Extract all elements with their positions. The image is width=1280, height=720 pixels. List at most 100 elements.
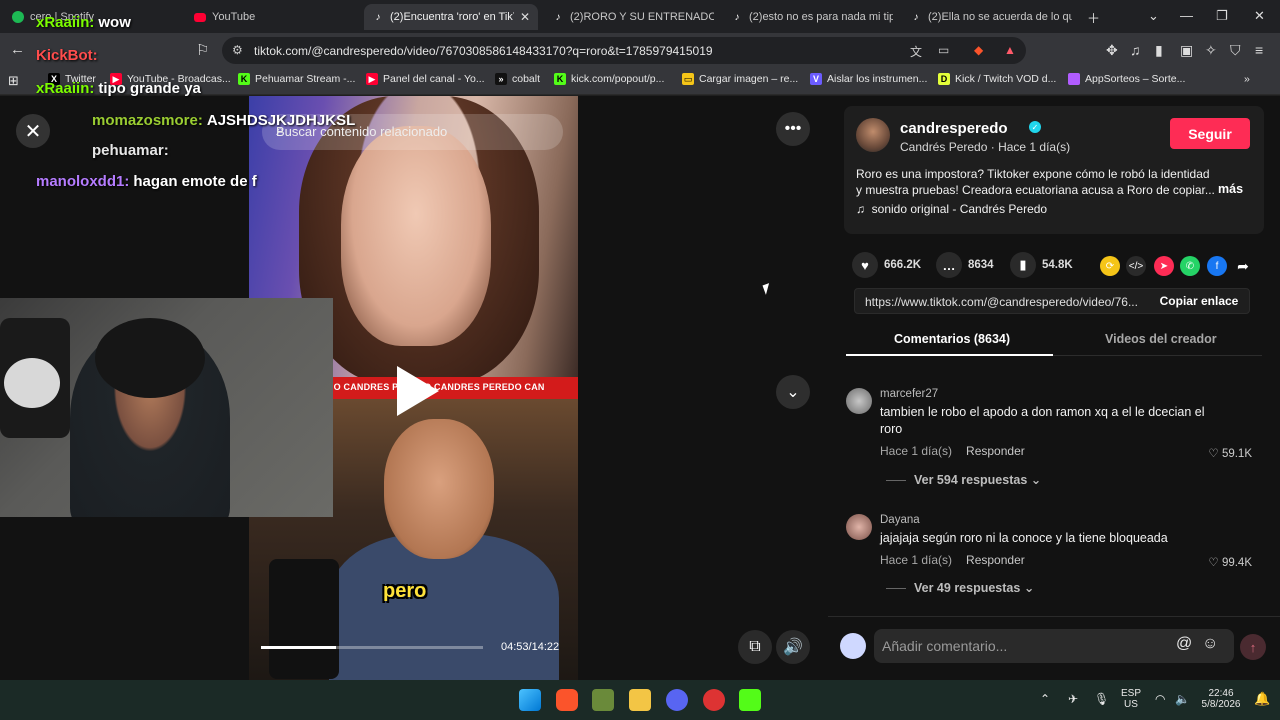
tab-tiktok-2[interactable]: ♪ (2)RORO Y SU ENTRENADOR SE	[544, 4, 715, 30]
heart-outline-icon: ♡	[1208, 557, 1219, 569]
browser-toolbar: ← ⚐ ⚙ tiktok.com/@candresperedo/video/76…	[0, 33, 1280, 68]
bookmark-pehuamar-stream[interactable]: K Pehuamar Stream -...	[238, 73, 355, 85]
sidebar-icon[interactable]: ▮	[1155, 42, 1163, 59]
translate-icon[interactable]: 文	[910, 43, 922, 60]
close-window-icon[interactable]: ✕	[1254, 8, 1265, 24]
tab-comments[interactable]: Comentarios (8634)	[894, 332, 1010, 346]
leo-ai-icon[interactable]: ✧	[1205, 42, 1217, 59]
maximize-icon[interactable]: ❐	[1216, 8, 1228, 24]
new-tab-icon[interactable]: ＋	[1087, 8, 1100, 27]
comment-button[interactable]: … 8634	[936, 252, 994, 278]
minecraft-icon[interactable]	[592, 689, 614, 711]
copy-link-button[interactable]: Copiar enlace	[1147, 289, 1251, 313]
extensions-icon[interactable]: ✥	[1106, 42, 1118, 59]
tab-youtube[interactable]: YouTube	[186, 4, 356, 30]
microphone-icon[interactable]: 🎙	[1094, 692, 1109, 706]
windows-start-icon[interactable]	[519, 689, 541, 711]
language-indicator[interactable]: ESP US	[1118, 688, 1144, 710]
tray-app-icon[interactable]: ✈	[1068, 692, 1078, 706]
tiktok-icon: ♪	[375, 11, 381, 23]
more-bookmarks-icon[interactable]: »	[1244, 73, 1250, 85]
apps-grid-icon[interactable]: ⊞	[8, 73, 19, 89]
bookmark-kick-popout[interactable]: Kkick.com/popout/p...	[554, 73, 664, 85]
bookmark-kick-twitch-vod[interactable]: D Kick / Twitch VOD d...	[938, 73, 1056, 85]
language-code: ESP	[1120, 688, 1141, 699]
view-replies-button[interactable]: Ver 49 respuestas ⌄	[886, 580, 1034, 595]
notifications-icon[interactable]: 🔔	[1254, 691, 1270, 707]
address-bar[interactable]: ⚙ tiktok.com/@candresperedo/video/767030…	[222, 37, 1026, 64]
tab-creator-videos[interactable]: Videos del creador	[1105, 332, 1217, 346]
facebook-icon[interactable]: f	[1207, 256, 1227, 276]
clock[interactable]: 22:46 5/8/2026	[1196, 688, 1246, 710]
wifi-icon[interactable]: ◠	[1155, 692, 1165, 706]
play-icon[interactable]	[397, 366, 439, 416]
save-button[interactable]: ▮ 54.8K	[1010, 252, 1073, 278]
obs-icon[interactable]	[703, 689, 725, 711]
tray-overflow-icon[interactable]: ⌃	[1040, 692, 1050, 706]
bookmark-cobalt[interactable]: » cobalt	[495, 73, 540, 85]
video-progress-bar[interactable]	[261, 646, 483, 649]
wallet-icon[interactable]: ▣	[1180, 42, 1193, 59]
next-video-chevron-icon[interactable]: ⌄	[776, 375, 810, 409]
more-options-icon[interactable]: •••	[776, 112, 810, 146]
like-button[interactable]: ♥ 666.2K	[852, 252, 921, 278]
tab-tiktok-3[interactable]: ♪ (2)esto no es para nada mi tipo	[723, 4, 894, 30]
volume-icon[interactable]: 🔊	[776, 630, 810, 664]
comment-like-button[interactable]: ♡ 59.1K	[1208, 446, 1252, 460]
tiktok-icon: ♪	[913, 11, 919, 23]
embed-icon[interactable]: </>	[1126, 256, 1146, 276]
reply-button[interactable]: Responder	[966, 444, 1025, 458]
bookmark-page-icon[interactable]: ⚐	[196, 41, 209, 59]
bookmark-panel-canal[interactable]: ▶ Panel del canal - Yo...	[366, 73, 485, 85]
discord-icon[interactable]	[666, 689, 688, 711]
commenter-avatar[interactable]	[846, 514, 872, 540]
minimize-icon[interactable]: —	[1180, 8, 1193, 23]
tab-tiktok-active[interactable]: ♪ (2)Encuentra 'roro' en TikTo ✕	[364, 4, 538, 30]
reply-button[interactable]: Responder	[966, 553, 1025, 567]
commenter-username[interactable]: Dayana	[880, 514, 920, 526]
author-avatar[interactable]	[856, 118, 890, 152]
emoji-icon[interactable]: ☺	[1202, 635, 1218, 653]
heart-outline-icon: ♡	[1208, 448, 1219, 460]
share-arrow-icon[interactable]: ➦	[1233, 256, 1253, 276]
file-explorer-icon[interactable]	[629, 689, 651, 711]
send-comment-icon[interactable]: ↑	[1240, 634, 1266, 660]
post-time: Hace 1 día(s)	[998, 140, 1071, 154]
bookmark-cargar-imagen[interactable]: ▭ Cargar imagen – re...	[682, 73, 798, 85]
back-icon[interactable]: ←	[10, 41, 25, 58]
cast-icon[interactable]: ▭	[938, 43, 949, 57]
kick-app-icon[interactable]	[739, 689, 761, 711]
mention-icon[interactable]: @	[1176, 635, 1192, 653]
video-player-area: CANDRES PEREDO CANDRES PEREDO CANDRES PE…	[0, 14, 828, 680]
author-username[interactable]: candresperedo	[900, 120, 1008, 137]
brave-shields-icon[interactable]: ◆	[974, 43, 983, 57]
bookmark-appsorteos[interactable]: AppSorteos – Sorte...	[1068, 73, 1185, 85]
commenter-username[interactable]: marcefer27	[880, 388, 938, 400]
brave-rewards-icon[interactable]: ▲	[1004, 43, 1016, 57]
site-info-icon[interactable]: ⚙	[232, 43, 243, 57]
close-tab-icon[interactable]: ✕	[514, 10, 530, 24]
tab-tiktok-4[interactable]: ♪ (2)Ella no se acuerda de lo que	[902, 4, 1073, 30]
media-icon[interactable]: ♫	[1130, 42, 1141, 58]
music-link[interactable]: ♫ sonido original - Candrés Peredo	[856, 202, 1047, 216]
more-description-link[interactable]: más	[1218, 182, 1243, 196]
close-video-icon[interactable]: ✕	[16, 114, 50, 148]
comment-like-button[interactable]: ♡ 99.4K	[1208, 555, 1252, 569]
tab-list-chevron-icon[interactable]: ⌄	[1148, 8, 1159, 24]
vpn-icon[interactable]: ⛉	[1230, 42, 1241, 59]
mini-player-icon[interactable]: ⧉	[738, 630, 772, 664]
url-text[interactable]: tiktok.com/@candresperedo/video/76703085…	[254, 44, 713, 58]
brave-browser-icon[interactable]	[556, 689, 578, 711]
share-link-text[interactable]: https://www.tiktok.com/@candresperedo/vi…	[865, 295, 1145, 309]
chat-line: xRaaiin: wow	[36, 14, 131, 31]
menu-icon[interactable]: ≡	[1255, 42, 1263, 58]
chat-message: AJSHDSJKJDHJKSL	[206, 112, 356, 129]
speaker-icon[interactable]: 🔈	[1175, 692, 1190, 706]
bookmark-aislar-instrumentos[interactable]: V Aislar los instrumen...	[810, 73, 927, 85]
commenter-avatar[interactable]	[846, 388, 872, 414]
send-to-friends-icon[interactable]: ➤	[1154, 256, 1174, 276]
view-replies-button[interactable]: Ver 594 respuestas ⌄	[886, 472, 1041, 487]
follow-button[interactable]: Seguir	[1170, 118, 1250, 149]
repost-icon[interactable]: ⟳	[1100, 256, 1120, 276]
whatsapp-icon[interactable]: ✆	[1180, 256, 1200, 276]
